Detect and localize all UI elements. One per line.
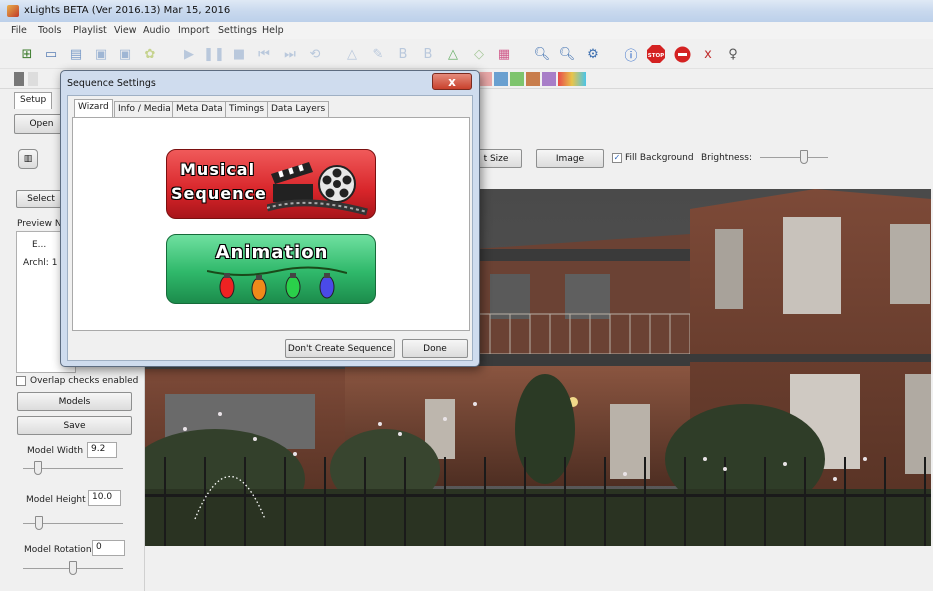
- musical-label: Musical: [180, 160, 256, 179]
- title-bar: xLights BETA (Ver 2016.13) Mar 15, 2016: [0, 0, 933, 22]
- menu-bar: File Tools Playlist View Audio Import Se…: [0, 22, 933, 39]
- render-icon[interactable]: ✿: [141, 45, 159, 63]
- fast-forward-icon[interactable]: ⏭: [281, 45, 299, 63]
- effect-swatch-icon[interactable]: [510, 72, 524, 86]
- model-width-label: Model Width: [27, 446, 84, 456]
- model-rotation-slider[interactable]: [69, 561, 77, 575]
- tab-setup[interactable]: Setup: [14, 92, 53, 109]
- brightness-slider-track: [760, 157, 828, 158]
- menu-playlist[interactable]: Playlist: [73, 25, 107, 36]
- rewind-icon[interactable]: ⏮: [255, 45, 273, 63]
- trash-icon[interactable]: ▥: [18, 149, 38, 169]
- zoom-out-icon[interactable]: 🔍︎: [558, 45, 576, 63]
- dialog-body: Wizard Info / Media Meta Data Timings Da…: [67, 95, 473, 361]
- menu-help[interactable]: Help: [262, 25, 284, 36]
- model-rotation-field[interactable]: 0: [92, 540, 125, 556]
- window-title: xLights BETA (Ver 2016.13) Mar 15, 2016: [24, 5, 231, 16]
- save-icon[interactable]: ▣: [92, 45, 110, 63]
- animation-label: Animation: [215, 242, 329, 263]
- model-height-slider[interactable]: [35, 516, 43, 530]
- model-height-field[interactable]: 10.0: [88, 490, 121, 506]
- text-effect-icon[interactable]: ✎: [369, 45, 387, 63]
- menu-audio[interactable]: Audio: [143, 25, 170, 36]
- select-button[interactable]: Select: [16, 190, 66, 208]
- effect-swatch-icon[interactable]: [478, 72, 492, 86]
- overlap-checkbox-label: Overlap checks enabled: [30, 376, 139, 386]
- pause-icon[interactable]: ❚❚: [203, 45, 225, 63]
- film-reel-icon: [267, 162, 368, 216]
- menu-file[interactable]: File: [11, 25, 27, 36]
- fill-background-checkbox[interactable]: ✓: [612, 153, 622, 163]
- diamond-icon[interactable]: ◇: [470, 45, 488, 63]
- sequence-label: Sequence: [171, 184, 267, 203]
- effect-swatch-icon[interactable]: [542, 72, 556, 86]
- tab-wizard[interactable]: Wizard: [74, 99, 113, 117]
- bucket-icon[interactable]: B: [394, 45, 412, 63]
- model-height-label: Model Height: [26, 495, 86, 505]
- effect-swatch-icon[interactable]: [558, 72, 586, 86]
- list-item[interactable]: Archl: 1: [23, 258, 57, 268]
- play-icon[interactable]: ▶: [180, 45, 198, 63]
- image-button[interactable]: Image: [536, 149, 604, 168]
- repeat-icon[interactable]: ⟲: [306, 45, 324, 63]
- dialog-title: Sequence Settings: [67, 78, 156, 89]
- info-icon[interactable]: ⓘ: [622, 45, 640, 64]
- preview-label: Preview N: [17, 219, 62, 229]
- models-button[interactable]: Models: [17, 392, 132, 411]
- effect-swatch-icon[interactable]: [494, 72, 508, 86]
- save-button[interactable]: Save: [17, 416, 132, 435]
- new-document-icon[interactable]: ▭: [42, 45, 60, 63]
- xlights-app-icon: [7, 5, 19, 17]
- effect-swatch-icon[interactable]: [526, 72, 540, 86]
- shape-icon[interactable]: △: [444, 45, 462, 63]
- svg-text:STOP: STOP: [648, 53, 664, 59]
- zoom-in-icon[interactable]: 🔍︎: [533, 45, 551, 63]
- model-rotation-label: Model Rotation: [24, 545, 92, 555]
- stop-sign-icon[interactable]: STOP: [647, 45, 665, 63]
- lightbulb-icon[interactable]: ♀: [724, 45, 742, 63]
- cancel-circle-icon[interactable]: [673, 45, 691, 63]
- triangle-icon[interactable]: △: [343, 45, 361, 63]
- musical-sequence-button[interactable]: Musical Sequence: [166, 149, 376, 219]
- color-grid-icon[interactable]: ▦: [495, 45, 513, 63]
- menu-import[interactable]: Import: [178, 25, 210, 36]
- model-width-slider[interactable]: [34, 461, 42, 475]
- effect-swatch-icon[interactable]: [28, 72, 38, 86]
- dont-create-sequence-button[interactable]: Don't Create Sequence: [285, 339, 395, 358]
- save-as-icon[interactable]: ▣: [116, 45, 134, 63]
- tab-timings[interactable]: Timings: [225, 101, 269, 117]
- menu-tools[interactable]: Tools: [38, 25, 61, 36]
- stop-icon[interactable]: ■: [230, 45, 248, 63]
- main-toolbar: ⊞ ▭ ▤ ▣ ▣ ✿ ▶ ❚❚ ■ ⏮ ⏭ ⟲ △ ✎ B B △ ◇ ▦ 🔍…: [0, 39, 933, 69]
- brightness-slider[interactable]: [800, 150, 808, 164]
- new-sequence-icon[interactable]: ⊞: [18, 45, 36, 63]
- dialog-close-button[interactable]: x: [432, 73, 472, 90]
- test-icon[interactable]: x: [699, 45, 717, 63]
- tab-meta-data[interactable]: Meta Data: [172, 101, 227, 117]
- animation-button[interactable]: Animation: [166, 234, 376, 304]
- christmas-lights-icon: [207, 266, 347, 301]
- model-width-field[interactable]: 9.2: [87, 442, 117, 458]
- menu-view[interactable]: View: [114, 25, 137, 36]
- menu-settings[interactable]: Settings: [218, 25, 257, 36]
- overlap-checkbox[interactable]: [16, 376, 26, 386]
- wizard-panel: Musical Sequence Animation: [72, 117, 470, 331]
- done-button[interactable]: Done: [402, 339, 468, 358]
- sequence-settings-dialog: Sequence Settings x Wizard Info / Media …: [60, 70, 480, 367]
- fill-background-label: Fill Background: [625, 153, 694, 163]
- list-item[interactable]: E...: [32, 240, 46, 250]
- brightness-label: Brightness:: [701, 153, 752, 163]
- tab-data-layers[interactable]: Data Layers: [267, 101, 330, 117]
- effect-swatch-icon[interactable]: [14, 72, 24, 86]
- bucket-alt-icon[interactable]: B: [419, 45, 437, 63]
- settings-gear-icon[interactable]: ⚙: [584, 45, 602, 63]
- open-folder-icon[interactable]: ▤: [67, 45, 85, 63]
- tab-info-media[interactable]: Info / Media: [114, 101, 175, 117]
